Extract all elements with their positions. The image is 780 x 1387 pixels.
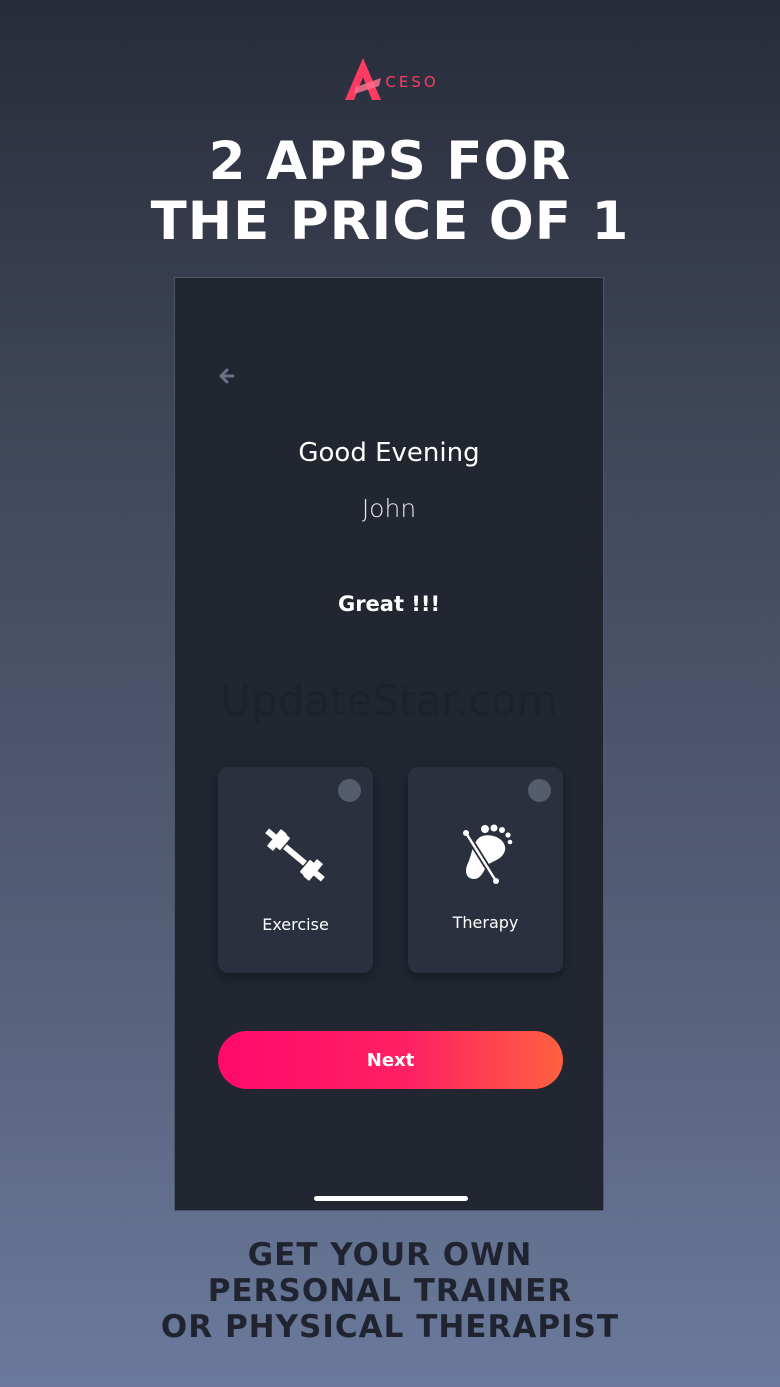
user-name: John bbox=[361, 494, 417, 523]
next-button[interactable]: Next bbox=[218, 1031, 563, 1089]
arrow-left-icon[interactable] bbox=[217, 366, 237, 386]
option-label-exercise: Exercise bbox=[262, 915, 329, 934]
watermark: UpdateStar.com bbox=[220, 676, 558, 725]
tagline-line-2: PERSONAL TRAINER bbox=[207, 1273, 573, 1309]
radio-therapy[interactable] bbox=[528, 779, 551, 802]
radio-exercise[interactable] bbox=[338, 779, 361, 802]
greeting-title: Good Evening bbox=[298, 438, 480, 468]
tagline: GET YOUR OWN PERSONAL TRAINER OR PHYSICA… bbox=[0, 1237, 780, 1345]
status-text: Great !!! bbox=[337, 592, 441, 616]
option-label-therapy: Therapy bbox=[452, 913, 519, 932]
phone-screen: Good Evening John Great !!! UpdateStar.c… bbox=[174, 277, 604, 1211]
headline: 2 APPS FOR THE PRICE OF 1 bbox=[0, 132, 780, 252]
foot-massage-icon bbox=[450, 823, 520, 887]
dumbbell-icon bbox=[260, 823, 330, 887]
aceso-logo: CESO bbox=[0, 52, 780, 102]
option-card-therapy[interactable]: Therapy bbox=[408, 767, 563, 973]
headline-line-1: 2 APPS FOR bbox=[208, 131, 572, 192]
logo-text: CESO bbox=[385, 73, 439, 91]
tagline-line-1: GET YOUR OWN bbox=[247, 1237, 533, 1273]
tagline-line-3: OR PHYSICAL THERAPIST bbox=[160, 1309, 620, 1345]
headline-line-2: THE PRICE OF 1 bbox=[150, 191, 630, 252]
home-indicator bbox=[314, 1196, 468, 1201]
option-card-exercise[interactable]: Exercise bbox=[218, 767, 373, 973]
aceso-logo-mark bbox=[345, 58, 382, 100]
